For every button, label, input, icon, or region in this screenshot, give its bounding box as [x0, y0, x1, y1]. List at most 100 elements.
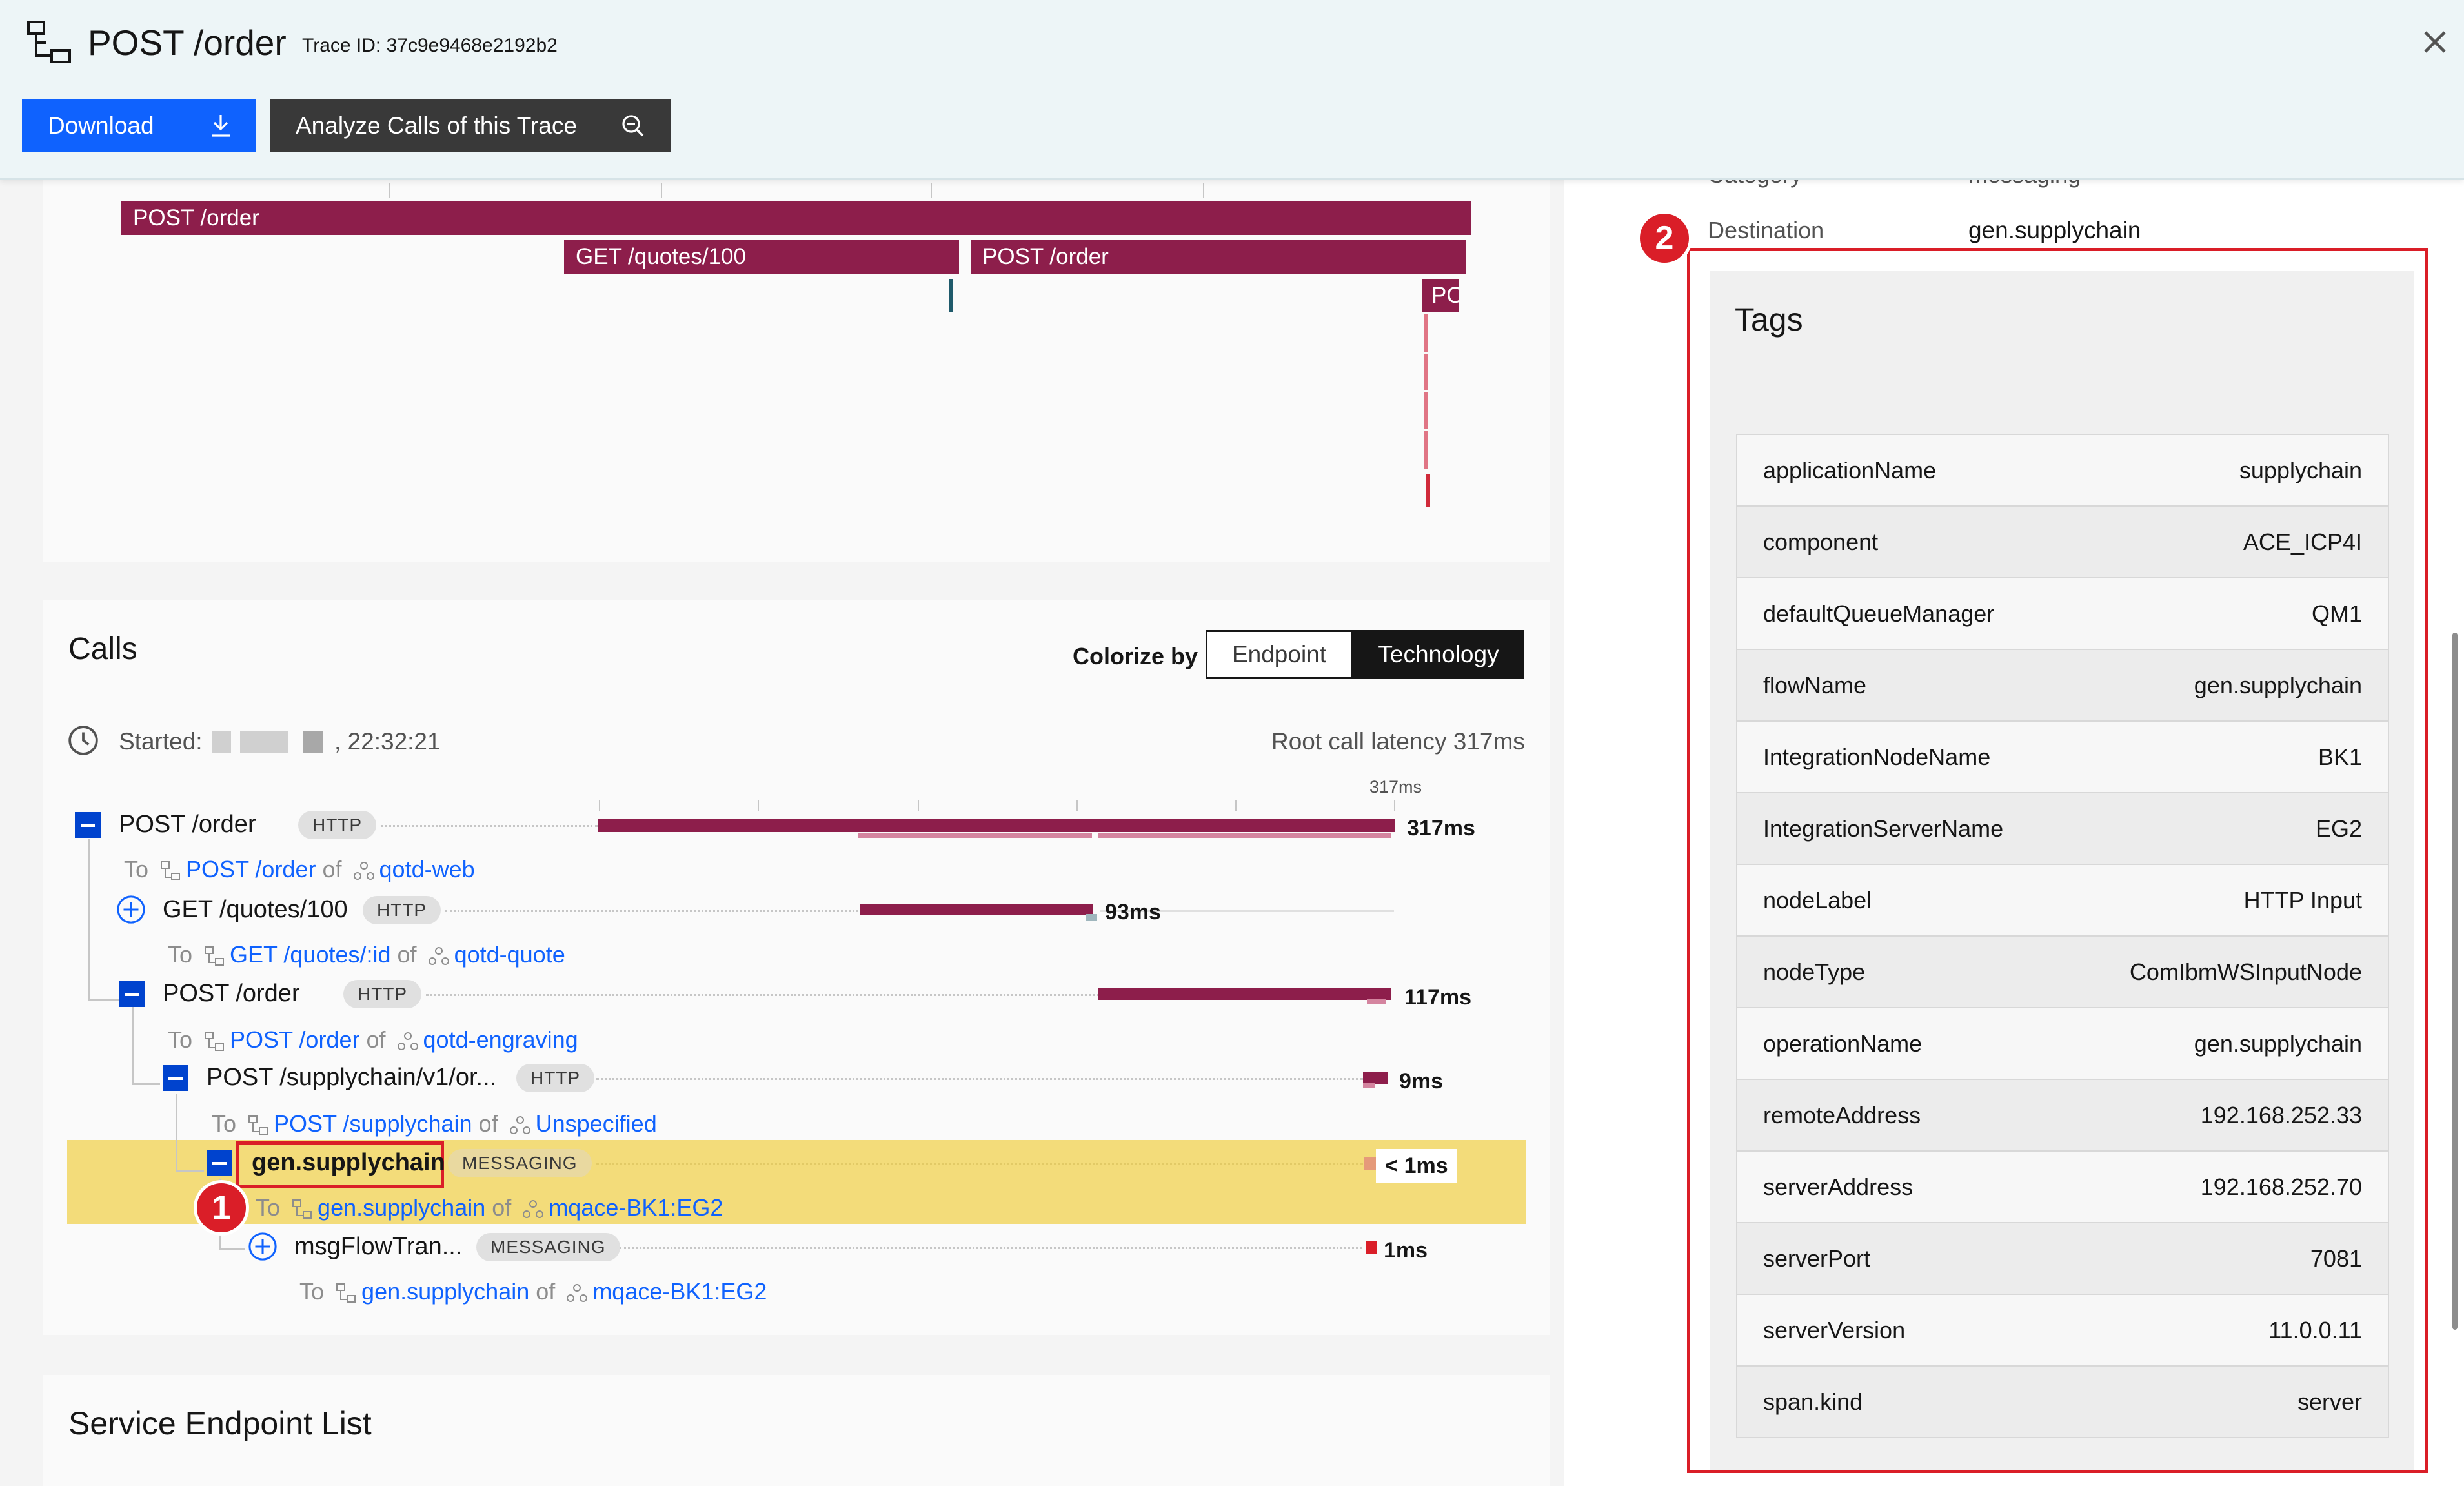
- of-label: of: [536, 1278, 556, 1305]
- collapse-button[interactable]: [75, 812, 101, 838]
- call-name[interactable]: GET /quotes/100: [163, 896, 348, 924]
- endpoint-link[interactable]: POST /order: [186, 856, 316, 882]
- service-link[interactable]: mqace-BK1:EG2: [592, 1278, 767, 1305]
- child-bar: [1367, 999, 1386, 1004]
- child-bar: [1363, 1083, 1375, 1088]
- tree-line: [132, 1083, 160, 1085]
- call-destination: To gen.supplychain of mqace-BK1:EG2: [256, 1194, 723, 1221]
- call-name-selected[interactable]: gen.supplychain: [252, 1149, 445, 1177]
- service-icon: [567, 1284, 588, 1303]
- of-label: of: [492, 1194, 512, 1221]
- call-duration: 1ms: [1384, 1238, 1428, 1263]
- call-name[interactable]: msgFlowTran...: [294, 1233, 462, 1261]
- analyze-calls-button[interactable]: Analyze Calls of this Trace: [270, 99, 671, 152]
- endpoint-icon: [205, 946, 225, 966]
- started-time: , 22:32:21: [334, 728, 441, 755]
- row-leader: [445, 910, 858, 912]
- tree-line: [176, 1094, 177, 1171]
- of-label: of: [397, 941, 417, 968]
- expand-icon[interactable]: [248, 1232, 278, 1261]
- timeline-span-marker: [1424, 354, 1428, 390]
- service-link[interactable]: qotd-quote: [454, 941, 565, 968]
- scale-tick: [599, 800, 600, 811]
- technology-badge: MESSAGING: [476, 1233, 620, 1261]
- service-link[interactable]: mqace-BK1:EG2: [549, 1194, 723, 1221]
- call-duration: 93ms: [1105, 900, 1161, 924]
- download-icon: [212, 115, 230, 137]
- service-link[interactable]: qotd-engraving: [423, 1026, 578, 1053]
- row-leader: [620, 1247, 1362, 1249]
- endpoint-link[interactable]: gen.supplychain: [318, 1194, 485, 1221]
- analyze-search-icon: [622, 115, 644, 137]
- analyze-label: Analyze Calls of this Trace: [296, 112, 577, 139]
- service-link[interactable]: qotd-web: [379, 856, 475, 882]
- annotation-marker-1: 1: [194, 1180, 249, 1236]
- close-icon[interactable]: [2419, 26, 2451, 58]
- call-destination: To GET /quotes/:id of qotd-quote: [168, 941, 565, 968]
- timeline-span-marker: [1424, 431, 1428, 469]
- to-label: To: [299, 1278, 325, 1305]
- scale-tick: [1235, 800, 1237, 811]
- call-name[interactable]: POST /order: [163, 980, 300, 1008]
- page-title: POST /order: [88, 23, 287, 63]
- call-duration: 317ms: [1407, 816, 1475, 840]
- latency-bar: [1366, 1241, 1377, 1254]
- to-label: To: [124, 856, 149, 882]
- download-button[interactable]: Download: [22, 99, 256, 152]
- collapse-button[interactable]: [207, 1150, 232, 1176]
- download-label: Download: [48, 112, 154, 139]
- tags-highlight-outline: [1687, 248, 2428, 1473]
- endpoint-link[interactable]: gen.supplychain: [361, 1278, 529, 1305]
- clock-icon: [68, 726, 98, 755]
- trace-timeline-panel: [43, 178, 1550, 562]
- service-icon: [397, 1032, 418, 1051]
- timeline-tick: [389, 183, 390, 198]
- technology-badge: HTTP: [343, 980, 422, 1008]
- latency-bar: [1363, 1072, 1388, 1084]
- latency-bar: [598, 819, 1395, 832]
- trace-id: Trace ID: 37c9e9468e2192b2: [302, 35, 558, 56]
- service-link[interactable]: Unspecified: [536, 1110, 657, 1137]
- destination-value: gen.supplychain: [1968, 217, 2141, 243]
- timeline-span-marker: [1424, 392, 1428, 429]
- colorize-endpoint-toggle[interactable]: Endpoint: [1206, 630, 1353, 679]
- scale-tick: [918, 800, 919, 811]
- to-label: To: [168, 941, 193, 968]
- to-label: To: [168, 1026, 193, 1053]
- timeline-tick: [931, 183, 932, 198]
- redacted-date: [212, 731, 231, 753]
- row-leader: [381, 825, 598, 827]
- endpoint-link[interactable]: POST /order: [230, 1026, 359, 1053]
- call-duration: 117ms: [1404, 985, 1471, 1010]
- latency-marker: [1086, 914, 1097, 921]
- timeline-span-marker: [1424, 314, 1428, 352]
- of-label: of: [478, 1110, 498, 1137]
- call-name[interactable]: POST /order: [119, 811, 256, 839]
- endpoint-icon: [292, 1199, 312, 1219]
- destination-label: Destination: [1708, 217, 1824, 243]
- timeline-span-post-order-2[interactable]: POST /order: [971, 240, 1466, 274]
- timeline-span-post-order[interactable]: POST /order: [121, 201, 1471, 235]
- details-scrollbar[interactable]: [2452, 633, 2458, 1330]
- call-name[interactable]: POST /supplychain/v1/or...: [207, 1064, 496, 1092]
- timeline-span-pc[interactable]: PC: [1422, 279, 1459, 312]
- root-call-latency: Root call latency 317ms: [1271, 728, 1525, 755]
- collapse-button[interactable]: [119, 981, 145, 1007]
- service-endpoint-list-title: Service Endpoint List: [68, 1405, 372, 1441]
- collapse-button[interactable]: [163, 1065, 188, 1091]
- endpoint-link[interactable]: GET /quotes/:id: [230, 941, 390, 968]
- timeline-span-get-quotes[interactable]: GET /quotes/100: [564, 240, 959, 274]
- service-icon: [509, 1116, 530, 1135]
- latency-bar: [1364, 1157, 1376, 1170]
- expand-icon[interactable]: [116, 895, 146, 924]
- service-icon: [353, 862, 374, 880]
- calls-title: Calls: [68, 632, 137, 666]
- technology-badge: HTTP: [516, 1064, 595, 1092]
- scale-label: 317ms: [1369, 777, 1422, 797]
- scale-tick: [758, 800, 759, 811]
- endpoint-link[interactable]: POST /supplychain: [274, 1110, 472, 1137]
- of-label: of: [322, 856, 342, 882]
- call-duration: < 1ms: [1376, 1149, 1457, 1183]
- colorize-technology-toggle[interactable]: Technology: [1353, 630, 1524, 679]
- redacted-date: [240, 731, 288, 753]
